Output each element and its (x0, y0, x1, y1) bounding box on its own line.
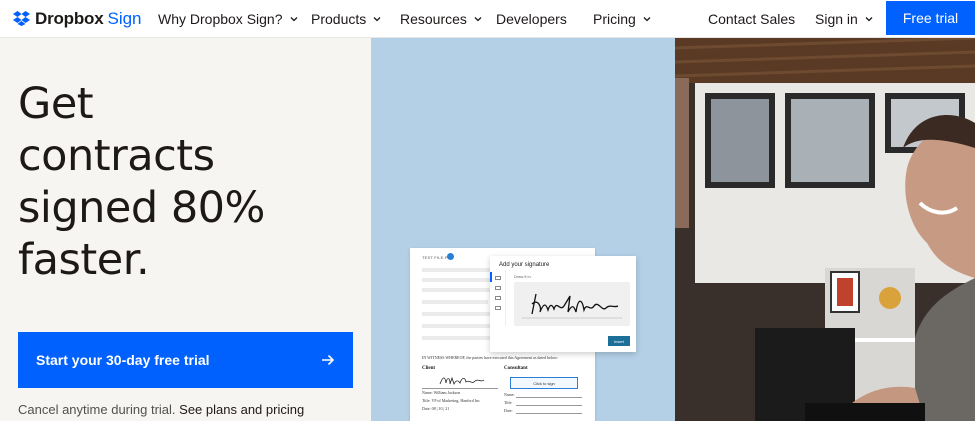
insert-signature-button[interactable]: Insert (608, 336, 630, 346)
draw-icon[interactable] (494, 276, 501, 280)
headline-line: signed 80% (18, 183, 265, 233)
hero-section: Get contracts signed 80% faster. Start y… (0, 38, 371, 421)
modal-title: Add your signature (499, 262, 550, 268)
witness-text: IN WITNESS WHEREOF, the parties have exe… (422, 355, 558, 360)
nav-item-pricing[interactable]: Pricing (593, 0, 652, 38)
chevron-down-icon (373, 17, 381, 22)
plans-pricing-link[interactable]: See plans and pricing (179, 402, 304, 417)
text-placeholder (422, 336, 492, 340)
client-title-field: Title: VP of Marketing, Hanford Inc (422, 398, 480, 403)
brand-name: Dropbox (35, 8, 104, 28)
product-illustration-panel: TEST FILE.PDF IN WITNESS WHEREOF, the pa… (371, 38, 675, 421)
hero-photo (675, 38, 975, 421)
cancel-text: Cancel anytime during trial. (18, 402, 176, 417)
type-icon[interactable] (494, 286, 501, 290)
signature-method-tabs (490, 270, 506, 326)
field-underline (516, 405, 582, 406)
text-placeholder (422, 312, 492, 316)
brand-product: Sign (107, 8, 142, 28)
consultant-name-field: Name: (504, 392, 515, 397)
client-label: Client (422, 366, 436, 371)
sign-in-link[interactable]: Sign in (815, 0, 874, 38)
nav-item-resources[interactable]: Resources (400, 0, 483, 38)
headline-line: contracts (18, 131, 215, 181)
signature-underline (422, 388, 498, 389)
start-trial-label: Start your 30-day free trial (36, 352, 210, 368)
chevron-down-icon (290, 17, 297, 22)
headline-line: Get (18, 79, 94, 129)
contact-sales-label: Contact Sales (708, 11, 796, 27)
nav-item-why-dropbox-sign[interactable]: Why Dropbox Sign? (158, 0, 299, 38)
chevron-down-icon (865, 17, 873, 22)
text-placeholder (422, 300, 488, 304)
client-date-field: Date: 08 | 10 | 21 (422, 406, 450, 411)
nav-item-developers[interactable]: Developers (496, 0, 567, 38)
start-trial-button[interactable]: Start your 30-day free trial (18, 332, 353, 388)
sign-in-label: Sign in (815, 11, 858, 27)
text-placeholder (422, 268, 492, 272)
cancel-note: Cancel anytime during trial. See plans a… (18, 402, 304, 417)
nav-item-label: Why Dropbox Sign? (158, 11, 283, 27)
office-scene-image (675, 38, 975, 421)
phone-icon[interactable] (494, 306, 501, 310)
add-signature-modal: Add your signature Draw it in Insert (490, 256, 636, 352)
signature-draw-area[interactable] (514, 282, 630, 326)
drawn-signature-image (522, 293, 622, 319)
nav-item-label: Resources (400, 11, 467, 27)
nav-item-products[interactable]: Products (311, 0, 382, 38)
chevron-down-icon (643, 17, 651, 22)
chevron-down-icon (474, 17, 482, 22)
field-underline (516, 397, 582, 398)
nav-item-label: Products (311, 11, 367, 27)
top-nav: Dropbox Sign Why Dropbox Sign? Products … (0, 0, 975, 38)
active-tab-indicator (490, 272, 492, 282)
dropbox-sign-logo[interactable]: Dropbox Sign (13, 0, 142, 38)
client-signature-image (439, 376, 485, 386)
client-name-field: Name: William Jackson (422, 390, 461, 395)
upload-icon[interactable] (494, 296, 501, 300)
document-status-dot (447, 253, 454, 260)
dropbox-logo-icon (13, 11, 30, 26)
nav-item-label: Developers (496, 11, 567, 27)
field-underline (516, 413, 582, 414)
consultant-date-field: Date: (504, 408, 513, 413)
click-to-sign-field[interactable]: Click to sign (510, 377, 578, 389)
hero-headline: Get contracts signed 80% faster. (18, 78, 265, 286)
arrow-right-icon (322, 354, 335, 366)
headline-line: faster. (18, 235, 150, 285)
contact-sales-link[interactable]: Contact Sales (708, 0, 795, 38)
text-placeholder (422, 324, 490, 328)
free-trial-button[interactable]: Free trial (886, 1, 975, 35)
nav-item-label: Pricing (593, 11, 636, 27)
consultant-label: Consultant (504, 366, 528, 371)
text-placeholder (422, 278, 490, 282)
text-placeholder (422, 288, 492, 292)
modal-subtitle: Draw it in (514, 274, 531, 279)
consultant-title-field: Title: (504, 400, 513, 405)
